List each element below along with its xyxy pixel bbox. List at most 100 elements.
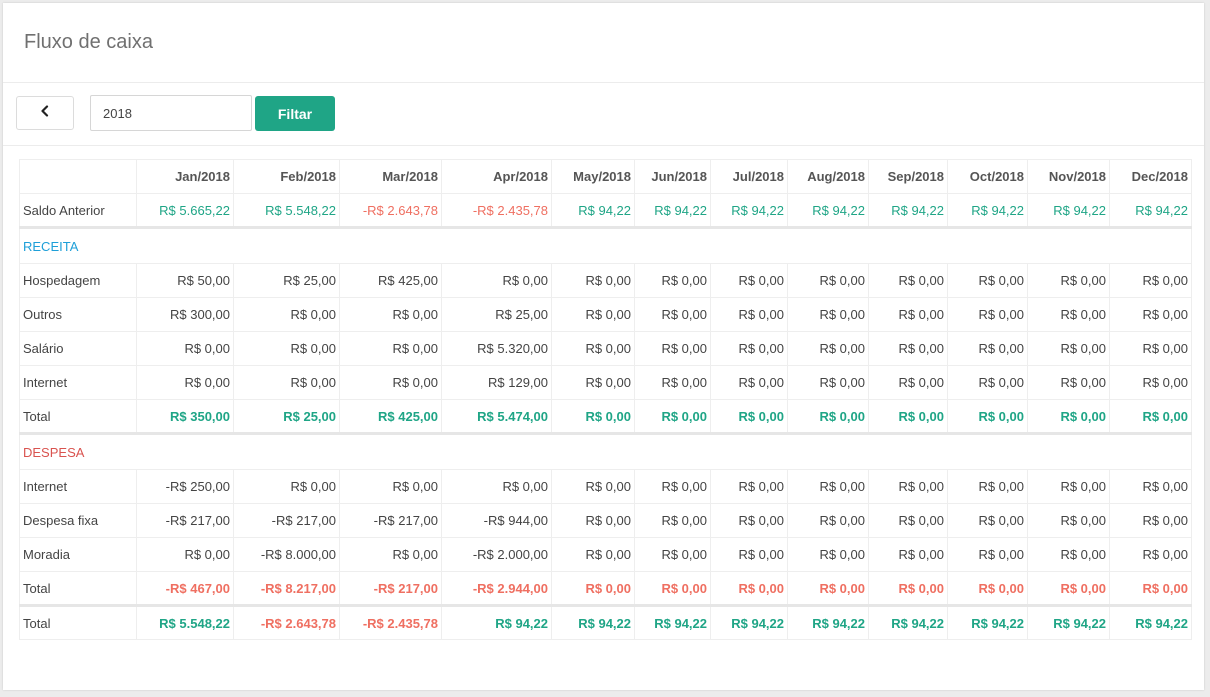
value-cell: R$ 0,00 (634, 503, 711, 538)
value-cell: R$ 0,00 (339, 469, 442, 504)
row-label: Salário (19, 331, 137, 366)
value-cell: R$ 0,00 (136, 331, 234, 366)
value-cell: -R$ 2.643,78 (233, 604, 340, 640)
grand-total-row: Total R$ 5.548,22 -R$ 2.643,78 -R$ 2.435,78… (19, 604, 1192, 640)
receita-total-row: Total R$ 350,00 R$ 25,00 R$ 425,00 R$ 5.474,… (19, 399, 1192, 434)
value-cell: R$ 0,00 (787, 469, 869, 504)
value-cell: R$ 0,00 (1027, 503, 1110, 538)
row-label: Hospedagem (19, 263, 137, 298)
month-header: Dec/2018 (1109, 159, 1192, 194)
month-header: Aug/2018 (787, 159, 869, 194)
value-cell: R$ 0,00 (710, 263, 788, 298)
value-cell: R$ 0,00 (1109, 537, 1192, 572)
value-cell: R$ 0,00 (868, 399, 948, 434)
value-cell: R$ 0,00 (1109, 331, 1192, 366)
value-cell: R$ 0,00 (787, 331, 869, 366)
value-cell: R$ 0,00 (136, 365, 234, 400)
value-cell: R$ 300,00 (136, 297, 234, 332)
value-cell: R$ 0,00 (787, 263, 869, 298)
value-cell: R$ 0,00 (787, 571, 869, 606)
value-cell: R$ 0,00 (710, 571, 788, 606)
value-cell: R$ 0,00 (551, 331, 635, 366)
value-cell: -R$ 2.944,00 (441, 571, 552, 606)
value-cell: R$ 5.320,00 (441, 331, 552, 366)
value-cell: -R$ 250,00 (136, 469, 234, 504)
chevron-left-icon (40, 104, 50, 122)
value-cell: R$ 0,00 (947, 399, 1028, 434)
value-cell: R$ 0,00 (551, 469, 635, 504)
row-label: Total (19, 571, 137, 606)
value-cell: R$ 0,00 (1027, 331, 1110, 366)
value-cell: R$ 0,00 (634, 297, 711, 332)
value-cell: R$ 94,22 (787, 604, 869, 640)
value-cell: R$ 0,00 (947, 297, 1028, 332)
receita-row: Internet R$ 0,00 R$ 0,00 R$ 0,00 R$ 129,00 R$… (19, 365, 1192, 400)
despesa-row: Moradia R$ 0,00 -R$ 8.000,00 R$ 0,00 -R$ 2.0… (19, 537, 1192, 572)
value-cell: R$ 0,00 (787, 503, 869, 538)
month-header: Jan/2018 (136, 159, 234, 194)
value-cell: R$ 0,00 (868, 297, 948, 332)
month-header: Jul/2018 (710, 159, 788, 194)
value-cell: R$ 0,00 (1109, 503, 1192, 538)
value-cell: R$ 94,22 (441, 604, 552, 640)
value-cell: -R$ 217,00 (339, 571, 442, 606)
despesa-row: Despesa fixa -R$ 217,00 -R$ 217,00 -R$ 217,… (19, 503, 1192, 538)
value-cell: R$ 0,00 (1027, 571, 1110, 606)
value-cell: -R$ 944,00 (441, 503, 552, 538)
year-input[interactable] (90, 95, 252, 131)
value-cell: R$ 0,00 (634, 537, 711, 572)
value-cell: R$ 0,00 (551, 263, 635, 298)
value-cell: R$ 94,22 (1027, 193, 1110, 228)
value-cell: R$ 0,00 (947, 571, 1028, 606)
value-cell: R$ 425,00 (339, 263, 442, 298)
value-cell: R$ 25,00 (233, 263, 340, 298)
receita-row: Hospedagem R$ 50,00 R$ 25,00 R$ 425,00 R$ 0,… (19, 263, 1192, 298)
value-cell: R$ 94,22 (868, 193, 948, 228)
value-cell: R$ 0,00 (339, 297, 442, 332)
value-cell: R$ 0,00 (634, 469, 711, 504)
row-label: Total (19, 604, 137, 640)
value-cell: -R$ 8.217,00 (233, 571, 340, 606)
value-cell: R$ 0,00 (947, 537, 1028, 572)
cashflow-panel: Fluxo de caixa Filtar Jan/2018Feb/2018Ma… (3, 3, 1204, 690)
month-header: May/2018 (551, 159, 635, 194)
value-cell: R$ 94,22 (947, 193, 1028, 228)
value-cell: R$ 94,22 (1027, 604, 1110, 640)
row-label: Saldo Anterior (19, 193, 137, 228)
value-cell: R$ 5.665,22 (136, 193, 234, 228)
value-cell: R$ 0,00 (634, 331, 711, 366)
value-cell: R$ 0,00 (634, 263, 711, 298)
value-cell: -R$ 217,00 (233, 503, 340, 538)
value-cell: R$ 0,00 (868, 571, 948, 606)
value-cell: R$ 0,00 (947, 331, 1028, 366)
value-cell: R$ 94,22 (868, 604, 948, 640)
value-cell: R$ 94,22 (710, 604, 788, 640)
month-header: Nov/2018 (1027, 159, 1110, 194)
month-header: Jun/2018 (634, 159, 711, 194)
value-cell: R$ 0,00 (710, 503, 788, 538)
row-label: Internet (19, 469, 137, 504)
value-cell: R$ 129,00 (441, 365, 552, 400)
filter-button[interactable]: Filtar (255, 96, 335, 131)
row-label: Moradia (19, 537, 137, 572)
value-cell: R$ 0,00 (710, 365, 788, 400)
row-label: Outros (19, 297, 137, 332)
value-cell: R$ 0,00 (1027, 263, 1110, 298)
value-cell: -R$ 217,00 (136, 503, 234, 538)
page-title: Fluxo de caixa (24, 31, 153, 53)
value-cell: R$ 425,00 (339, 399, 442, 434)
value-cell: -R$ 2.435,78 (441, 193, 552, 228)
receita-row: Salário R$ 0,00 R$ 0,00 R$ 0,00 R$ 5.320,00 R… (19, 331, 1192, 366)
value-cell: R$ 0,00 (634, 399, 711, 434)
previous-year-button[interactable] (16, 96, 74, 130)
cashflow-table-wrap: Jan/2018 Feb/2018 Mar/2018 Apr/2018 May/2018… (19, 159, 1192, 640)
month-header: Sep/2018 (868, 159, 948, 194)
value-cell: R$ 0,00 (868, 331, 948, 366)
month-header: Feb/2018 (233, 159, 340, 194)
value-cell: R$ 94,22 (1109, 604, 1192, 640)
value-cell: R$ 0,00 (710, 469, 788, 504)
value-cell: R$ 0,00 (551, 503, 635, 538)
month-header: Apr/2018 (441, 159, 552, 194)
filter-toolbar: Filtar (3, 83, 1204, 146)
value-cell: R$ 94,22 (947, 604, 1028, 640)
